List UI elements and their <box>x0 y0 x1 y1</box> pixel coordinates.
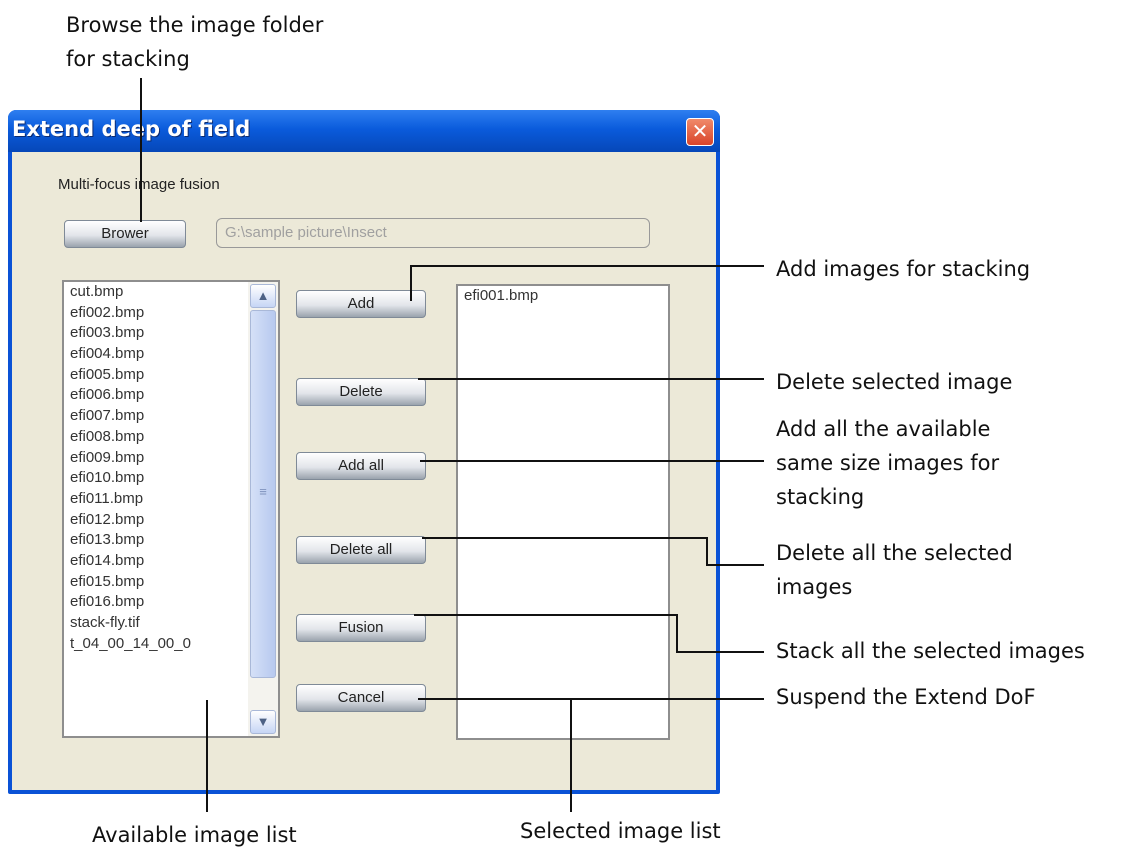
chevron-up-icon: ▲ <box>256 288 270 303</box>
available-items: cut.bmp efi002.bmp efi003.bmp efi004.bmp efi… <box>64 282 278 654</box>
chevron-down-icon: ▼ <box>256 714 270 729</box>
available-image-list[interactable]: cut.bmp efi002.bmp efi003.bmp efi004.bmp efi… <box>62 280 280 738</box>
available-image-item[interactable]: efi005.bmp <box>64 365 278 386</box>
extend-dof-dialog: Extend deep of field ✕ Multi-focus image… <box>8 110 720 794</box>
dialog-title: Extend deep of field <box>12 117 251 141</box>
add-button[interactable]: Add <box>296 290 426 318</box>
available-image-item[interactable]: efi003.bmp <box>64 323 278 344</box>
annotation-add: Add images for stacking <box>776 257 1031 281</box>
callout-available <box>206 700 208 812</box>
callout-fusion-h2 <box>676 651 764 653</box>
available-image-item[interactable]: efi004.bmp <box>64 344 278 365</box>
available-image-item[interactable]: efi006.bmp <box>64 385 278 406</box>
annotation-browse-line2: for stacking <box>66 47 190 71</box>
callout-add-h <box>410 265 764 267</box>
available-image-item[interactable]: efi010.bmp <box>64 468 278 489</box>
close-button[interactable]: ✕ <box>686 118 714 146</box>
selected-image-list[interactable]: efi001.bmp <box>456 284 670 740</box>
annotation-available-list: Available image list <box>92 823 297 847</box>
scroll-up-button[interactable]: ▲ <box>250 284 276 308</box>
close-icon: ✕ <box>691 119 709 143</box>
annotation-selected-list: Selected image list <box>520 819 721 843</box>
scroll-thumb[interactable]: ≡ <box>250 310 276 678</box>
cancel-button[interactable]: Cancel <box>296 684 426 712</box>
available-image-item[interactable]: efi011.bmp <box>64 489 278 510</box>
callout-cancel <box>418 698 764 700</box>
available-image-item[interactable]: cut.bmp <box>64 282 278 303</box>
title-bar: Extend deep of field ✕ <box>8 110 720 152</box>
annotation-delete-all-line1: Delete all the selected <box>776 541 1013 565</box>
callout-fusion-v <box>676 614 678 653</box>
annotation-add-all-line2: same size images for <box>776 451 1000 475</box>
selected-image-item[interactable]: efi001.bmp <box>458 286 668 307</box>
annotation-add-all-line3: stacking <box>776 485 865 509</box>
available-image-item[interactable]: efi002.bmp <box>64 303 278 324</box>
delete-button[interactable]: Delete <box>296 378 426 406</box>
available-image-item[interactable]: t_04_00_14_00_0 <box>64 634 278 655</box>
add-all-button[interactable]: Add all <box>296 452 426 480</box>
available-image-item[interactable]: stack-fly.tif <box>64 613 278 634</box>
selected-items: efi001.bmp <box>458 286 668 307</box>
dialog-body: Multi-focus image fusion Brower G:\sampl… <box>12 152 716 790</box>
annotation-delete: Delete selected image <box>776 370 1013 394</box>
group-label: Multi-focus image fusion <box>58 176 220 193</box>
available-list-scrollbar[interactable]: ▲ ≡ ▼ <box>248 282 278 736</box>
callout-delete-all-h2 <box>706 564 764 566</box>
grip-icon: ≡ <box>259 484 267 499</box>
callout-delete-all-v <box>706 537 708 566</box>
available-image-item[interactable]: efi014.bmp <box>64 551 278 572</box>
callout-fusion-h1 <box>414 614 678 616</box>
fusion-button[interactable]: Fusion <box>296 614 426 642</box>
available-image-item[interactable]: efi008.bmp <box>64 427 278 448</box>
callout-delete-all-h1 <box>422 537 708 539</box>
callout-delete <box>418 378 764 380</box>
callout-add-v <box>410 265 412 301</box>
delete-all-button[interactable]: Delete all <box>296 536 426 564</box>
available-image-item[interactable]: efi007.bmp <box>64 406 278 427</box>
callout-selected <box>570 700 572 812</box>
available-image-item[interactable]: efi016.bmp <box>64 592 278 613</box>
available-image-item[interactable]: efi009.bmp <box>64 448 278 469</box>
folder-path-field[interactable]: G:\sample picture\Insect <box>216 218 650 248</box>
annotation-cancel: Suspend the Extend DoF <box>776 685 1036 709</box>
annotation-add-all-line1: Add all the available <box>776 417 991 441</box>
scroll-down-button[interactable]: ▼ <box>250 710 276 734</box>
available-image-item[interactable]: efi012.bmp <box>64 510 278 531</box>
callout-add-all <box>420 460 764 462</box>
available-image-item[interactable]: efi015.bmp <box>64 572 278 593</box>
annotation-fusion: Stack all the selected images <box>776 639 1085 663</box>
annotation-browse-line1: Browse the image folder <box>66 13 324 37</box>
annotation-delete-all-line2: images <box>776 575 853 599</box>
available-image-item[interactable]: efi013.bmp <box>64 530 278 551</box>
callout-browse <box>140 78 142 222</box>
browse-button[interactable]: Brower <box>64 220 186 248</box>
